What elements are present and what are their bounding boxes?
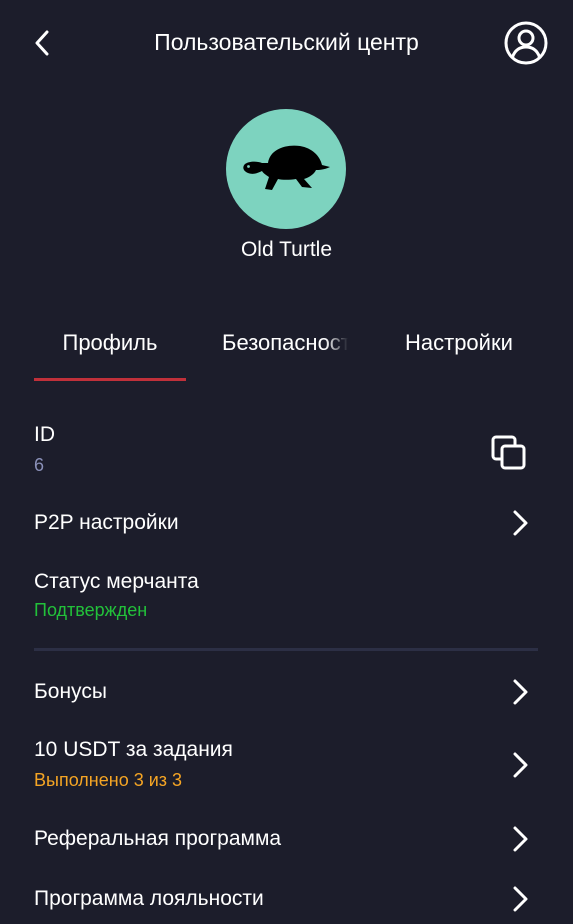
tasks-label: 10 USDT за задания — [34, 738, 233, 761]
chevron-right-icon — [513, 826, 528, 852]
tasks-progress: Выполнено 3 из 3 — [34, 770, 183, 790]
chevron-right-icon — [513, 510, 528, 536]
tab-profile[interactable]: Профиль — [34, 330, 186, 356]
loyalty-program-label: Программа лояльности — [34, 887, 264, 910]
tasks-item[interactable]: 10 USDT за задания Выполнено 3 из 3 — [34, 737, 538, 795]
divider — [34, 648, 538, 651]
header: Пользовательский центр — [0, 0, 573, 86]
copy-icon — [491, 435, 526, 470]
referral-program-item[interactable]: Реферальная программа — [34, 826, 538, 856]
id-label: ID — [34, 423, 55, 446]
username: Old Turtle — [240, 238, 333, 261]
merchant-status-item: Статус мерчанта Подтвержден — [34, 569, 538, 625]
merchant-status-value: Подтвержден — [34, 600, 148, 620]
merchant-status-label: Статус мерчанта — [34, 570, 199, 593]
referral-program-label: Реферальная программа — [34, 827, 282, 850]
turtle-icon — [243, 145, 330, 190]
bonuses-label: Бонусы — [34, 680, 107, 703]
p2p-settings-item[interactable]: P2P настройки — [34, 510, 538, 540]
tab-security[interactable]: Безопасность — [222, 330, 348, 356]
chevron-right-icon — [513, 752, 528, 778]
p2p-settings-label: P2P настройки — [34, 511, 179, 534]
loyalty-program-item[interactable]: Программа лояльности — [34, 886, 538, 916]
id-row: ID 6 — [34, 422, 538, 482]
tab-settings[interactable]: Настройки — [405, 330, 538, 356]
id-value: 6 — [34, 455, 45, 475]
copy-button[interactable] — [490, 434, 528, 472]
bonuses-item[interactable]: Бонусы — [34, 679, 538, 709]
user-circle-icon — [504, 21, 548, 65]
tab-bar: Профиль Безопасность Настройки — [34, 320, 538, 382]
chevron-right-icon — [513, 679, 528, 705]
avatar — [226, 109, 346, 229]
chevron-right-icon — [513, 886, 528, 912]
user-profile-button[interactable] — [503, 20, 549, 66]
active-tab-indicator — [34, 378, 186, 381]
page-title: Пользовательский центр — [154, 29, 419, 55]
